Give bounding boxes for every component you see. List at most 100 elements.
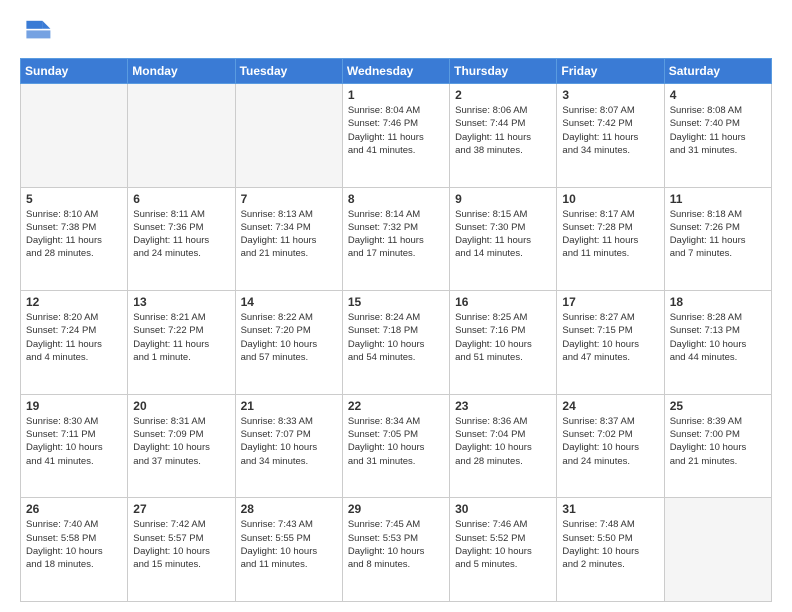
page: SundayMondayTuesdayWednesdayThursdayFrid… [0,0,792,612]
calendar-week-1: 5 Sunrise: 8:10 AM Sunset: 7:38 PM Daylig… [21,187,772,291]
day-info: Sunrise: 8:30 AM Sunset: 7:11 PM Dayligh… [26,415,122,468]
day-info: Sunrise: 8:13 AM Sunset: 7:34 PM Dayligh… [241,208,337,261]
day-number: 23 [455,399,551,413]
calendar-cell: 21 Sunrise: 8:33 AM Sunset: 7:07 PM Dayli… [235,394,342,498]
day-info: Sunrise: 7:48 AM Sunset: 5:50 PM Dayligh… [562,518,658,571]
day-number: 9 [455,192,551,206]
calendar-cell: 19 Sunrise: 8:30 AM Sunset: 7:11 PM Dayli… [21,394,128,498]
day-number: 25 [670,399,766,413]
weekday-thursday: Thursday [450,59,557,84]
day-info: Sunrise: 8:31 AM Sunset: 7:09 PM Dayligh… [133,415,229,468]
day-number: 5 [26,192,122,206]
day-number: 8 [348,192,444,206]
calendar-cell: 11 Sunrise: 8:18 AM Sunset: 7:26 PM Dayli… [664,187,771,291]
weekday-tuesday: Tuesday [235,59,342,84]
calendar-cell: 1 Sunrise: 8:04 AM Sunset: 7:46 PM Daylig… [342,84,449,188]
calendar-cell [21,84,128,188]
calendar-cell: 17Sunrise: 8:27 AM Sunset: 7:15 PM Dayli… [557,291,664,395]
day-number: 30 [455,502,551,516]
day-number: 15 [348,295,444,309]
calendar-cell: 13 Sunrise: 8:21 AM Sunset: 7:22 PM Dayli… [128,291,235,395]
calendar-week-4: 26Sunrise: 7:40 AM Sunset: 5:58 PM Dayli… [21,498,772,602]
logo-icon [20,16,52,48]
calendar-table: SundayMondayTuesdayWednesdayThursdayFrid… [20,58,772,602]
day-info: Sunrise: 8:34 AM Sunset: 7:05 PM Dayligh… [348,415,444,468]
day-number: 14 [241,295,337,309]
day-number: 29 [348,502,444,516]
day-number: 12 [26,295,122,309]
day-number: 4 [670,88,766,102]
weekday-header-row: SundayMondayTuesdayWednesdayThursdayFrid… [21,59,772,84]
calendar-cell: 3Sunrise: 8:07 AM Sunset: 7:42 PM Daylig… [557,84,664,188]
calendar-cell: 15 Sunrise: 8:24 AM Sunset: 7:18 PM Dayli… [342,291,449,395]
calendar-week-3: 19 Sunrise: 8:30 AM Sunset: 7:11 PM Dayli… [21,394,772,498]
day-number: 26 [26,502,122,516]
weekday-saturday: Saturday [664,59,771,84]
calendar-cell: 14 Sunrise: 8:22 AM Sunset: 7:20 PM Dayli… [235,291,342,395]
day-info: Sunrise: 7:42 AM Sunset: 5:57 PM Dayligh… [133,518,229,571]
day-number: 21 [241,399,337,413]
day-info: Sunrise: 7:46 AM Sunset: 5:52 PM Dayligh… [455,518,551,571]
calendar-cell: 5 Sunrise: 8:10 AM Sunset: 7:38 PM Daylig… [21,187,128,291]
header [20,16,772,48]
day-number: 6 [133,192,229,206]
day-number: 27 [133,502,229,516]
weekday-friday: Friday [557,59,664,84]
calendar-cell: 29 Sunrise: 7:45 AM Sunset: 5:53 PM Dayli… [342,498,449,602]
calendar-cell: 12Sunrise: 8:20 AM Sunset: 7:24 PM Dayli… [21,291,128,395]
calendar-cell: 4 Sunrise: 8:08 AM Sunset: 7:40 PM Daylig… [664,84,771,188]
calendar-cell: 22 Sunrise: 8:34 AM Sunset: 7:05 PM Dayli… [342,394,449,498]
calendar-week-0: 1 Sunrise: 8:04 AM Sunset: 7:46 PM Daylig… [21,84,772,188]
logo [20,16,56,48]
day-info: Sunrise: 8:18 AM Sunset: 7:26 PM Dayligh… [670,208,766,261]
calendar-cell [664,498,771,602]
day-info: Sunrise: 8:15 AM Sunset: 7:30 PM Dayligh… [455,208,551,261]
calendar-cell [235,84,342,188]
day-info: Sunrise: 8:39 AM Sunset: 7:00 PM Dayligh… [670,415,766,468]
calendar-cell: 28 Sunrise: 7:43 AM Sunset: 5:55 PM Dayli… [235,498,342,602]
weekday-sunday: Sunday [21,59,128,84]
calendar-cell [128,84,235,188]
day-number: 20 [133,399,229,413]
day-info: Sunrise: 8:37 AM Sunset: 7:02 PM Dayligh… [562,415,658,468]
day-info: Sunrise: 8:24 AM Sunset: 7:18 PM Dayligh… [348,311,444,364]
calendar-cell: 25 Sunrise: 8:39 AM Sunset: 7:00 PM Dayli… [664,394,771,498]
day-info: Sunrise: 8:22 AM Sunset: 7:20 PM Dayligh… [241,311,337,364]
calendar-cell: 20 Sunrise: 8:31 AM Sunset: 7:09 PM Dayli… [128,394,235,498]
day-number: 11 [670,192,766,206]
day-info: Sunrise: 8:33 AM Sunset: 7:07 PM Dayligh… [241,415,337,468]
day-info: Sunrise: 7:43 AM Sunset: 5:55 PM Dayligh… [241,518,337,571]
calendar-cell: 6 Sunrise: 8:11 AM Sunset: 7:36 PM Daylig… [128,187,235,291]
calendar-week-2: 12Sunrise: 8:20 AM Sunset: 7:24 PM Dayli… [21,291,772,395]
calendar-cell: 16Sunrise: 8:25 AM Sunset: 7:16 PM Dayli… [450,291,557,395]
calendar-cell: 2Sunrise: 8:06 AM Sunset: 7:44 PM Daylig… [450,84,557,188]
day-number: 13 [133,295,229,309]
day-number: 3 [562,88,658,102]
day-info: Sunrise: 8:17 AM Sunset: 7:28 PM Dayligh… [562,208,658,261]
day-info: Sunrise: 8:08 AM Sunset: 7:40 PM Dayligh… [670,104,766,157]
calendar-cell: 27 Sunrise: 7:42 AM Sunset: 5:57 PM Dayli… [128,498,235,602]
calendar-cell: 26Sunrise: 7:40 AM Sunset: 5:58 PM Dayli… [21,498,128,602]
day-info: Sunrise: 8:14 AM Sunset: 7:32 PM Dayligh… [348,208,444,261]
day-info: Sunrise: 8:11 AM Sunset: 7:36 PM Dayligh… [133,208,229,261]
day-number: 19 [26,399,122,413]
calendar-cell: 8 Sunrise: 8:14 AM Sunset: 7:32 PM Daylig… [342,187,449,291]
day-number: 28 [241,502,337,516]
day-info: Sunrise: 8:25 AM Sunset: 7:16 PM Dayligh… [455,311,551,364]
day-number: 22 [348,399,444,413]
weekday-wednesday: Wednesday [342,59,449,84]
day-number: 2 [455,88,551,102]
day-info: Sunrise: 8:04 AM Sunset: 7:46 PM Dayligh… [348,104,444,157]
calendar-cell: 7Sunrise: 8:13 AM Sunset: 7:34 PM Daylig… [235,187,342,291]
day-number: 17 [562,295,658,309]
day-info: Sunrise: 8:28 AM Sunset: 7:13 PM Dayligh… [670,311,766,364]
calendar-cell: 30 Sunrise: 7:46 AM Sunset: 5:52 PM Dayli… [450,498,557,602]
weekday-monday: Monday [128,59,235,84]
day-number: 18 [670,295,766,309]
day-number: 31 [562,502,658,516]
calendar-cell: 24Sunrise: 8:37 AM Sunset: 7:02 PM Dayli… [557,394,664,498]
day-info: Sunrise: 8:21 AM Sunset: 7:22 PM Dayligh… [133,311,229,364]
day-number: 1 [348,88,444,102]
day-info: Sunrise: 7:45 AM Sunset: 5:53 PM Dayligh… [348,518,444,571]
day-info: Sunrise: 8:10 AM Sunset: 7:38 PM Dayligh… [26,208,122,261]
